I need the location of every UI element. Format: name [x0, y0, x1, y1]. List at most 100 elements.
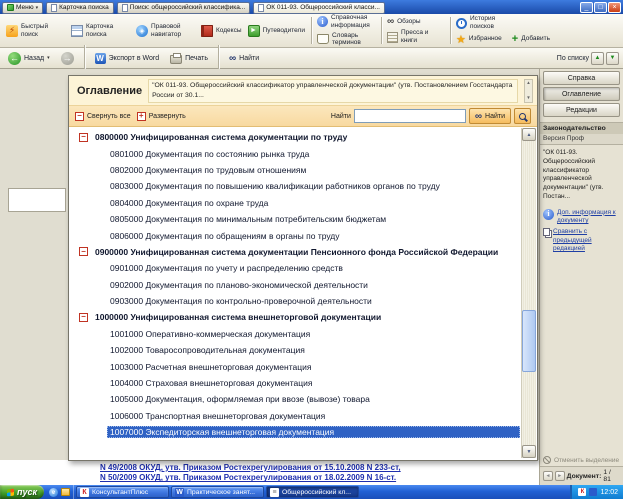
newspaper-icon	[386, 31, 398, 43]
start-button[interactable]: пуск	[0, 485, 44, 499]
navigation-toolbar: ← Назад ▾ → W Экспорт в Word Печать ∞ На…	[0, 44, 623, 72]
toc-tree-item[interactable]: 1002000 Товаросопроводительная документа…	[70, 342, 520, 358]
taskbar-item-consultant[interactable]: К КонсультантПлюс	[76, 486, 169, 498]
document-counter: ◄ ► Документ: 1 / 81	[540, 466, 623, 485]
tree-item-label: 1001000 Оперативно-коммерческая документ…	[110, 328, 311, 339]
toc-tree-item[interactable]: 0901000 Документация по учету и распреде…	[70, 260, 520, 276]
button-label: Избранное	[468, 35, 502, 43]
extra-info-link[interactable]: i Доп. информация к документу	[540, 206, 623, 226]
toc-tree-item[interactable]: 0902000 Документация по планово-экономич…	[70, 277, 520, 293]
toc-search-input[interactable]	[353, 109, 466, 123]
maximize-button[interactable]: □	[594, 2, 607, 13]
toc-tree-item[interactable]: 0804000 Документация по охране труда	[70, 195, 520, 211]
toc-tree-item[interactable]: 1004000 Страховая внешнеторговая докумен…	[70, 375, 520, 391]
toolbar-column-press: ∞ Обзоры Пресса и книги	[385, 16, 447, 45]
tree-expand-icon[interactable]: −	[79, 132, 88, 142]
next-document-button[interactable]: ►	[554, 471, 565, 481]
card-icon	[71, 24, 83, 37]
toc-scrollbar[interactable]: ▲ ▼	[521, 128, 536, 458]
sidebar-editions-button[interactable]: Редакции	[543, 103, 620, 117]
subtitle-scrollbar[interactable]: ▲ ▼	[524, 78, 533, 103]
back-arrow-icon: ←	[8, 51, 21, 65]
search-history-button[interactable]: История поисков	[454, 15, 552, 31]
tab-search-card[interactable]: Карточка поиска	[46, 1, 114, 14]
scroll-up-icon[interactable]: ▲	[525, 80, 532, 86]
toc-tree: − 0800000 Унифицированная система докуме…	[70, 128, 520, 458]
scroll-up-button[interactable]: ▲	[522, 128, 536, 141]
compare-editions-link[interactable]: Сравнить с предыдущей редакцией	[540, 225, 623, 253]
taskbar-item-practice[interactable]: W Практическое занят...	[171, 486, 264, 498]
toc-tree-item[interactable]: − 1000000 Унифицированная система внешне…	[70, 309, 520, 325]
toc-tree-item[interactable]: − 0800000 Унифицированная система докуме…	[70, 129, 520, 145]
tree-expand-icon[interactable]: −	[79, 247, 88, 257]
scroll-down-button[interactable]: ▼	[522, 445, 536, 458]
print-button[interactable]: Печать	[166, 50, 212, 66]
legal-navigator-button[interactable]: ◈ Правовой навигатор	[133, 21, 198, 41]
titlebar: Меню ▾ Карточка поиска Поиск: общероссий…	[0, 0, 623, 14]
collapse-all-button[interactable]: − Свернуть все	[75, 111, 131, 121]
tree-expand-icon[interactable]: −	[79, 312, 88, 322]
cancel-selection-button[interactable]: Отменить выделение	[540, 454, 623, 466]
button-label: Добавить	[521, 35, 550, 43]
taskbar-item-classifier[interactable]: ≡ Общероссийский кл...	[266, 486, 359, 498]
tab-document[interactable]: ОК 011-93. Общероссийский класси...	[253, 1, 385, 14]
glasses-icon: ∞	[386, 16, 395, 28]
tab-menu[interactable]: Меню ▾	[2, 1, 44, 14]
scroll-down-icon[interactable]: ▼	[525, 95, 532, 101]
consultant-tray-icon[interactable]: К	[578, 488, 587, 496]
toc-tree-item[interactable]: 1003000 Расчетная внешнеторговая докумен…	[70, 358, 520, 374]
reference-info-button[interactable]: i Справочная информация	[315, 14, 378, 30]
folder-icon[interactable]	[61, 488, 70, 496]
press-books-button[interactable]: Пресса и книги	[385, 29, 447, 45]
dialog-title: Оглавление	[77, 84, 143, 97]
toc-tree-item[interactable]: 1007000 Экспедиторская внешнеторговая до…	[70, 424, 520, 440]
reviews-button[interactable]: ∞ Обзоры	[385, 16, 447, 27]
search-options-button[interactable]	[514, 108, 531, 124]
tab-search-results[interactable]: Поиск: общероссийский классифика...	[116, 1, 251, 14]
back-button[interactable]: ← Назад ▾	[4, 50, 54, 67]
favorites-button[interactable]: ★ Избранное	[454, 33, 504, 46]
export-word-button[interactable]: W Экспорт в Word	[91, 51, 164, 66]
codes-button[interactable]: Кодексы	[198, 23, 245, 39]
menu-icon	[7, 4, 14, 11]
close-button[interactable]: ×	[608, 2, 621, 13]
document-line[interactable]: N 50/2009 ОКУД, утв. Приказом Ростехрегу…	[100, 473, 539, 483]
scroll-thumb[interactable]	[522, 309, 536, 372]
toc-tree-item[interactable]: 1006000 Транспортная внешнеторговая доку…	[70, 408, 520, 424]
toc-tree-item[interactable]: 1005000 Документация, оформляемая при вв…	[70, 391, 520, 407]
taskbar-clock[interactable]: 12:02	[600, 489, 618, 496]
quick-search-button[interactable]: ⚡ Быстрый поиск	[3, 21, 68, 41]
toc-tree-item[interactable]: 0806000 Документация по обращениям в орг…	[70, 227, 520, 243]
toc-tree-item[interactable]: 0803000 Документация по повышению квалиф…	[70, 178, 520, 194]
toc-find-button[interactable]: ∞ Найти	[468, 108, 511, 124]
search-card-button[interactable]: Карточка поиска	[68, 21, 133, 41]
sidebar-toc-button[interactable]: Оглавление	[543, 87, 620, 101]
document-line[interactable]: N 49/2008 ОКУД, утв. Приказом Ростехрегу…	[100, 463, 539, 473]
list-down-button[interactable]: ▼	[606, 51, 619, 65]
toc-tree-item[interactable]: 0805000 Документация по минимальным потр…	[70, 211, 520, 227]
tray-icon[interactable]	[589, 488, 598, 496]
guides-button[interactable]: ► Путеводители	[245, 23, 308, 39]
current-document-reference: "ОК 011-93. Общероссийский классификатор…	[543, 149, 604, 200]
find-button[interactable]: ∞ Найти	[225, 51, 263, 66]
toc-tree-item[interactable]: − 0900000 Унифицированная система докуме…	[70, 244, 520, 260]
toolbar-separator	[449, 17, 451, 44]
list-up-button[interactable]: ▲	[591, 51, 604, 65]
forward-button[interactable]: →	[57, 50, 78, 67]
minimize-button[interactable]: _	[580, 2, 593, 13]
browser-icon[interactable]: e	[49, 487, 58, 497]
sidebar-help-button[interactable]: Справка	[543, 71, 620, 85]
chevron-down-icon: ▾	[47, 55, 50, 61]
toc-tree-item[interactable]: 0802000 Документация по трудовым отношен…	[70, 162, 520, 178]
toc-tree-item[interactable]: 1001000 Оперативно-коммерческая документ…	[70, 326, 520, 342]
expand-button[interactable]: + Развернуть	[136, 111, 186, 121]
toc-tree-item[interactable]: 0801000 Документация по состоянию рынка …	[70, 145, 520, 161]
toc-tree-item[interactable]: 0903000 Документация по контрольно-прове…	[70, 293, 520, 309]
button-label: Карточка поиска	[86, 22, 114, 38]
term-dictionary-button[interactable]: Словарь терминов	[315, 32, 378, 48]
add-button[interactable]: + Добавить	[510, 33, 552, 46]
button-label: Кодексы	[216, 26, 242, 34]
tree-item-label: 0805000 Документация по минимальным потр…	[110, 214, 387, 225]
prev-document-button[interactable]: ◄	[543, 471, 553, 481]
by-list-label: По списку	[556, 54, 589, 62]
